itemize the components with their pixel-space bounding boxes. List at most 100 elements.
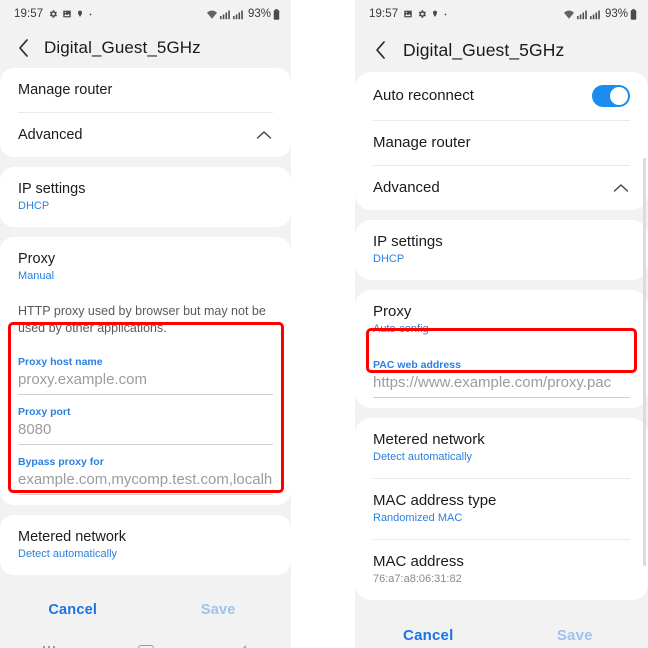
- field-underline: [18, 444, 273, 445]
- row-mac-address-main: MAC address 76:a7:a8:06:31:82: [373, 553, 630, 587]
- row-metered-network-main: Metered network Detect automatically: [18, 528, 273, 562]
- row-metered-network-title: Metered network: [373, 431, 485, 448]
- row-ip-settings[interactable]: IP settings DHCP: [0, 167, 291, 227]
- back-icon: [242, 645, 247, 648]
- row-manage-router[interactable]: Manage router: [355, 121, 648, 165]
- row-proxy-main: Proxy Manual: [18, 250, 273, 284]
- row-proxy-main: Proxy Auto-config: [373, 303, 630, 337]
- row-advanced[interactable]: Advanced: [355, 166, 648, 210]
- field-bypass-proxy-for-input[interactable]: example.com,mycomp.test.com,localho: [18, 469, 273, 494]
- field-pac-web-address-input[interactable]: https://www.example.com/proxy.pac: [373, 372, 630, 397]
- row-metered-network-value: Detect automatically: [373, 451, 473, 463]
- save-button[interactable]: Save: [502, 627, 648, 644]
- row-mac-address: MAC address 76:a7:a8:06:31:82: [355, 540, 648, 600]
- action-bar: Cancel Save: [0, 587, 291, 633]
- status-bar-system-icons: 93%: [206, 8, 280, 20]
- row-mac-address-value: 76:a7:a8:06:31:82: [373, 573, 462, 585]
- status-bar: 19:57 93%: [0, 0, 291, 28]
- row-ip-settings-main: IP settings DHCP: [18, 180, 273, 214]
- cancel-button[interactable]: Cancel: [0, 602, 146, 618]
- row-proxy[interactable]: Proxy Auto-config: [355, 290, 648, 350]
- row-manage-router-main: Manage router: [373, 134, 630, 152]
- row-manage-router-title: Manage router: [373, 134, 471, 151]
- row-advanced-main: Advanced: [373, 179, 612, 197]
- right-phone-screen: 19:57 93% Digital_Guest_5GHz Auto reconn…: [355, 0, 648, 648]
- toggle-knob: [609, 86, 629, 106]
- row-advanced[interactable]: Advanced: [0, 113, 291, 157]
- wifi-icon: [206, 10, 217, 19]
- screenshot-root: 19:57 93% Digital_Guest_5GHz Manage rout…: [0, 0, 648, 648]
- battery-percentage: 93%: [247, 8, 271, 20]
- status-bar: 19:57 93%: [355, 0, 648, 28]
- row-manage-router-main: Manage router: [18, 81, 273, 99]
- nav-back-button[interactable]: [194, 633, 291, 648]
- card-metered-network: Metered network Detect automatically: [0, 515, 291, 575]
- signal-bars-icon: [232, 10, 243, 19]
- gear-icon: [50, 10, 58, 18]
- field-bypass-proxy-for[interactable]: Bypass proxy for example.com,mycomp.test…: [18, 447, 273, 497]
- image-icon: [404, 10, 413, 18]
- status-bar-notification-icons: [48, 9, 93, 19]
- wifi-icon: [563, 10, 574, 19]
- nav-home-button[interactable]: [97, 633, 194, 648]
- battery-percentage: 93%: [604, 8, 628, 20]
- row-auto-reconnect-main: Auto reconnect: [373, 87, 592, 105]
- row-metered-network-main: Metered network Detect automatically: [373, 431, 630, 465]
- chevron-up-icon[interactable]: [255, 126, 273, 144]
- row-metered-network[interactable]: Metered network Detect automatically: [0, 515, 291, 575]
- left-phone-screen: 19:57 93% Digital_Guest_5GHz Manage rout…: [0, 0, 291, 648]
- cancel-button[interactable]: Cancel: [355, 627, 502, 644]
- field-proxy-port-input[interactable]: 8080: [18, 419, 273, 444]
- settings-scroll-body: Auto reconnect Manage router Advanced IP…: [355, 72, 648, 612]
- auto-reconnect-toggle[interactable]: [592, 85, 630, 107]
- row-ip-settings-value: DHCP: [18, 200, 50, 212]
- field-underline: [18, 494, 273, 495]
- row-manage-router[interactable]: Manage router: [0, 68, 291, 112]
- card-ip-settings: IP settings DHCP: [0, 167, 291, 227]
- row-manage-router-title: Manage router: [18, 82, 113, 98]
- field-proxy-port[interactable]: Proxy port 8080: [18, 397, 273, 447]
- save-button[interactable]: Save: [146, 602, 292, 618]
- signal-bars-icon: [576, 10, 587, 19]
- row-mac-address-type-value: Randomized MAC: [373, 512, 463, 524]
- row-advanced-title: Advanced: [373, 179, 440, 196]
- signal-bars-icon: [219, 10, 230, 19]
- vertical-scrollbar[interactable]: [643, 158, 646, 566]
- row-ip-settings-value: DHCP: [373, 253, 405, 265]
- field-pac-web-address[interactable]: PAC web address https://www.example.com/…: [373, 350, 630, 400]
- location-pin-icon: [78, 10, 83, 17]
- back-chevron-icon[interactable]: [369, 39, 391, 61]
- card-network-options: Manage router Advanced: [0, 68, 291, 157]
- status-bar-clock: 19:57: [369, 8, 399, 20]
- card-network-details: Metered network Detect automatically MAC…: [355, 418, 648, 600]
- field-pac-web-address-label: PAC web address: [373, 359, 461, 371]
- status-bar-system-icons: 93%: [563, 8, 637, 20]
- proxy-helper-text: HTTP proxy used by browser but may not b…: [18, 304, 266, 335]
- row-metered-network-title: Metered network: [18, 529, 126, 545]
- chevron-up-icon[interactable]: [612, 179, 630, 197]
- row-ip-settings[interactable]: IP settings DHCP: [355, 220, 648, 280]
- row-ip-settings-title: IP settings: [373, 233, 443, 250]
- field-proxy-host-name[interactable]: Proxy host name proxy.example.com: [18, 347, 273, 397]
- proxy-fields-group: Proxy host name proxy.example.com Proxy …: [0, 347, 291, 505]
- row-proxy-value: Manual: [18, 270, 55, 282]
- battery-icon: [273, 8, 280, 20]
- row-proxy[interactable]: Proxy Manual: [0, 237, 291, 297]
- row-metered-network[interactable]: Metered network Detect automatically: [355, 418, 648, 478]
- field-underline: [373, 397, 630, 398]
- system-nav-bar: [0, 633, 291, 648]
- page-title: Digital_Guest_5GHz: [403, 39, 565, 60]
- field-proxy-port-label: Proxy port: [18, 406, 71, 418]
- row-mac-address-type[interactable]: MAC address type Randomized MAC: [355, 479, 648, 539]
- dot-icon: [444, 13, 447, 15]
- title-bar: Digital_Guest_5GHz: [0, 28, 291, 68]
- battery-icon: [630, 8, 637, 20]
- row-auto-reconnect[interactable]: Auto reconnect: [355, 72, 648, 120]
- nav-recent-apps-button[interactable]: [0, 633, 97, 648]
- title-bar: Digital_Guest_5GHz: [355, 28, 648, 72]
- gear-icon: [419, 10, 427, 18]
- card-ip-settings: IP settings DHCP: [355, 220, 648, 280]
- field-proxy-host-name-input[interactable]: proxy.example.com: [18, 369, 273, 394]
- back-chevron-icon[interactable]: [12, 37, 34, 59]
- row-advanced-title: Advanced: [18, 127, 83, 143]
